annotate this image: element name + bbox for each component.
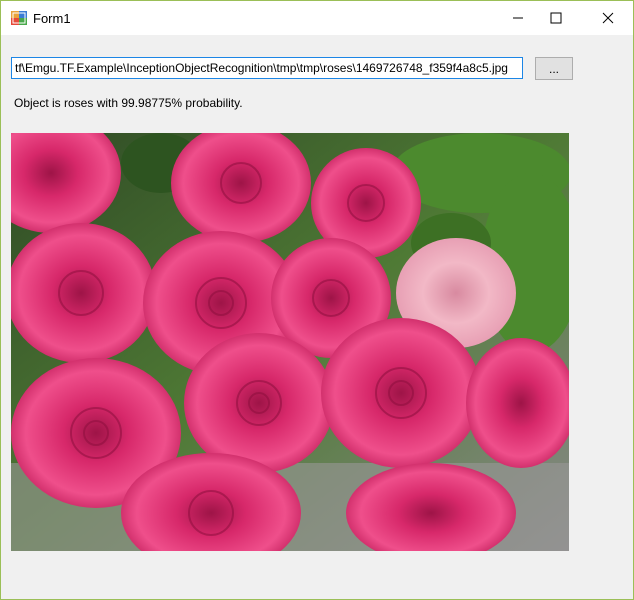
browse-button[interactable]: ... [535, 57, 573, 80]
pink-roses-photo [11, 133, 569, 551]
minimize-icon [513, 17, 523, 19]
recognition-result-label: Object is roses with 99.98775% probabili… [14, 96, 243, 110]
window-title: Form1 [33, 11, 71, 26]
maximize-icon [550, 12, 562, 24]
main-window: Form1 tf\Emgu.TF.Example\InceptionObject… [0, 0, 634, 600]
close-button[interactable] [585, 1, 631, 35]
close-icon [602, 12, 614, 24]
maximize-button[interactable] [533, 1, 579, 35]
file-path-input[interactable]: tf\Emgu.TF.Example\InceptionObjectRecogn… [11, 57, 523, 79]
winforms-app-icon [11, 11, 27, 25]
title-bar[interactable]: Form1 [1, 1, 633, 35]
